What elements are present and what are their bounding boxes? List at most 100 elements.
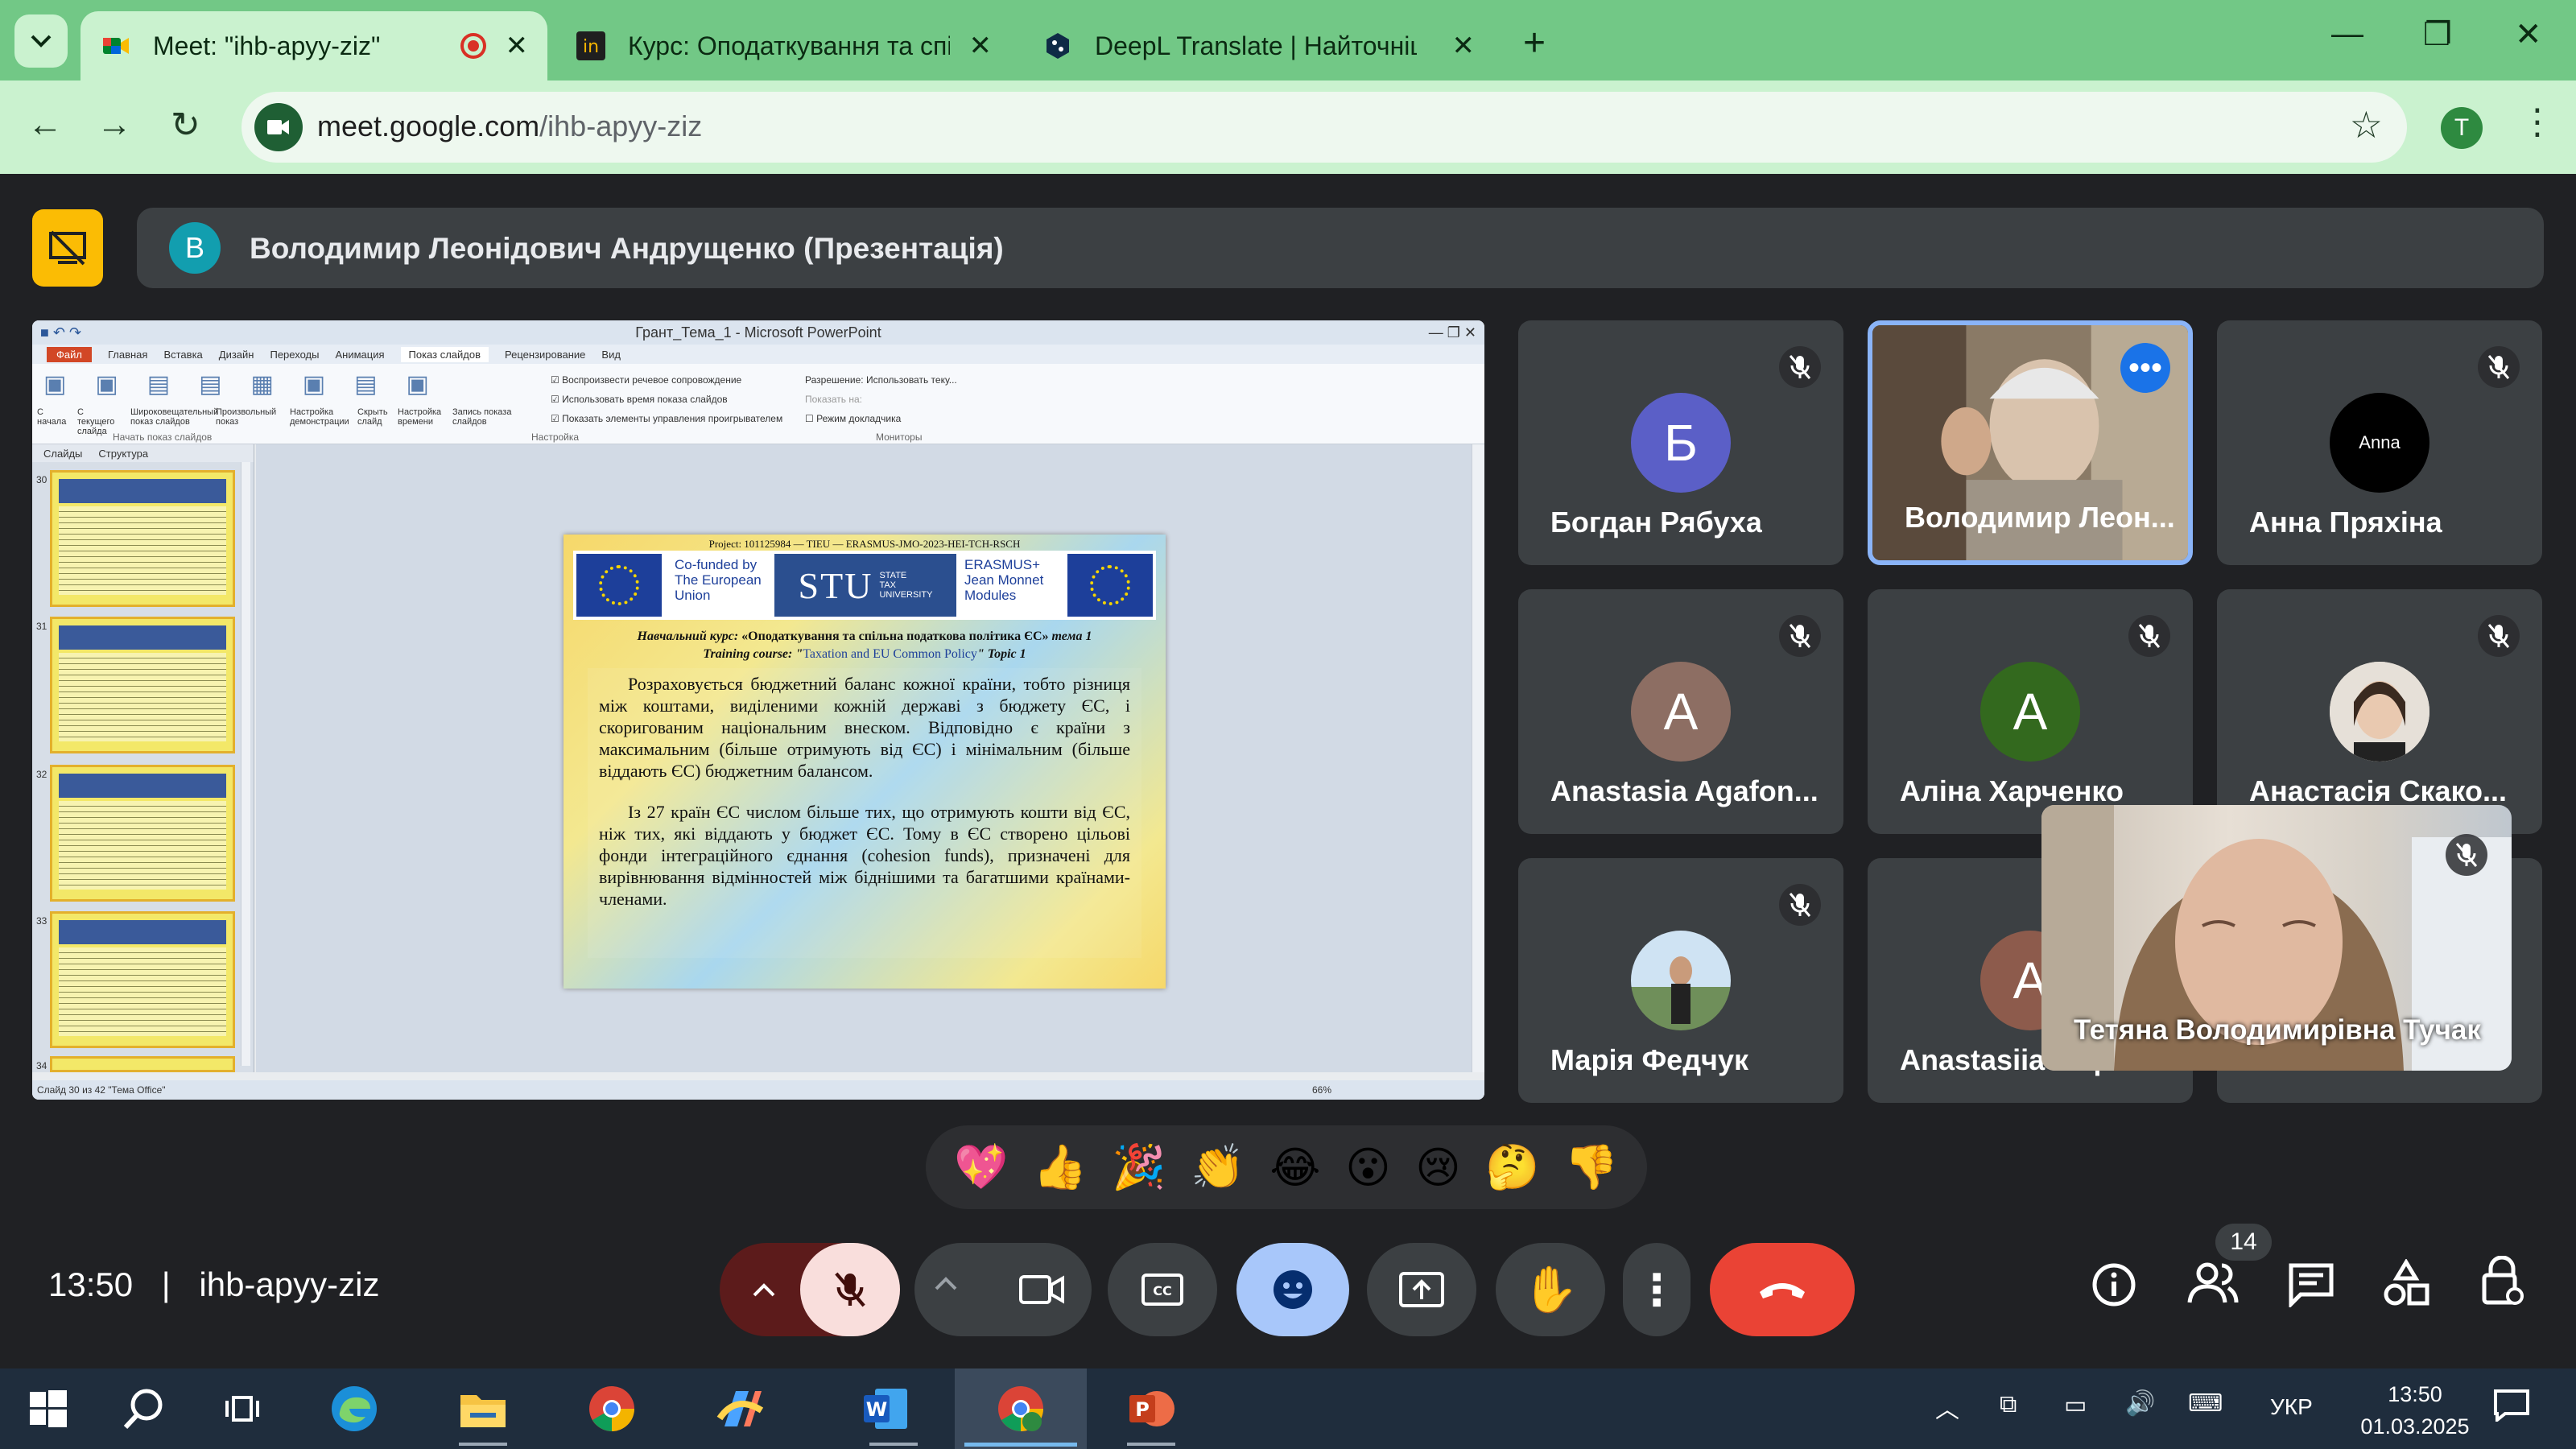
task-view-icon[interactable] bbox=[217, 1385, 266, 1433]
more-options-icon[interactable]: ••• bbox=[2120, 343, 2170, 393]
close-tab-icon[interactable]: ✕ bbox=[969, 30, 993, 62]
powerpoint-icon[interactable]: P bbox=[1127, 1385, 1175, 1433]
participant-tile-speaking[interactable]: ••• Володимир Леон... bbox=[1868, 320, 2193, 565]
tab-title: Курс: Оподаткування та спільн bbox=[628, 31, 950, 60]
meeting-details-icon[interactable] bbox=[2090, 1261, 2138, 1313]
camera-toggle-button[interactable] bbox=[1019, 1274, 1064, 1310]
captions-button[interactable]: CC bbox=[1108, 1243, 1217, 1336]
reaction-thinking[interactable]: 🤔 bbox=[1485, 1142, 1539, 1193]
slide-body: Розраховується бюджетний баланс кожної к… bbox=[599, 673, 1130, 929]
participant-tile[interactable]: Anna Анна Пряхіна bbox=[2217, 320, 2542, 565]
reload-icon[interactable]: ↻ bbox=[171, 105, 200, 146]
battery-icon[interactable]: ▭ bbox=[2064, 1391, 2087, 1419]
reaction-thumbs-up[interactable]: 👍 bbox=[1033, 1142, 1087, 1193]
notifications-icon[interactable] bbox=[2494, 1389, 2529, 1428]
tab-title: DeepL Translate | Найточніший bbox=[1095, 31, 1417, 60]
captions-icon: CC bbox=[1141, 1274, 1183, 1306]
forward-icon[interactable]: → bbox=[97, 105, 132, 145]
reaction-thumbs-down[interactable]: 👎 bbox=[1564, 1142, 1618, 1193]
reactions-button[interactable] bbox=[1236, 1243, 1349, 1336]
bookmark-star-icon[interactable]: ☆ bbox=[2350, 103, 2383, 147]
raise-hand-button[interactable]: ✋ bbox=[1496, 1243, 1605, 1336]
leave-call-button[interactable] bbox=[1710, 1243, 1855, 1336]
participant-tile[interactable]: Марія Федчук bbox=[1518, 858, 1843, 1103]
slide-thumbnail: 30 bbox=[36, 470, 235, 607]
video-options-button[interactable] bbox=[934, 1275, 958, 1295]
reaction-surprised[interactable]: 😮 bbox=[1345, 1142, 1390, 1193]
stop-presentation-icon[interactable] bbox=[32, 209, 103, 287]
present-button[interactable] bbox=[1367, 1243, 1476, 1336]
new-tab-icon[interactable]: + bbox=[1523, 21, 1546, 65]
activities-icon[interactable] bbox=[2383, 1258, 2429, 1311]
ppt-ribbon-button: Настройка времени bbox=[398, 407, 442, 427]
ppt-tab: Вставка bbox=[163, 348, 203, 361]
participant-photo bbox=[2330, 662, 2429, 762]
edge-icon[interactable] bbox=[330, 1385, 378, 1433]
reaction-party[interactable]: 🎉 bbox=[1112, 1142, 1166, 1193]
address-bar[interactable]: meet.google.com/ihb-apyy-ziz ☆ bbox=[242, 92, 2407, 163]
meeting-time: 13:50 bbox=[48, 1265, 134, 1303]
ppt-zoom: 66% bbox=[1312, 1084, 1332, 1096]
participant-tile[interactable]: Б Богдан Рябуха bbox=[1518, 320, 1843, 565]
participant-tile[interactable]: Анастасія Скако... bbox=[2217, 589, 2542, 834]
back-icon[interactable]: ← bbox=[27, 105, 63, 145]
search-icon[interactable] bbox=[119, 1385, 167, 1433]
keyboard-icon[interactable]: ⌨ bbox=[2188, 1389, 2223, 1418]
chrome-icon[interactable] bbox=[588, 1385, 636, 1433]
ppt-group-label: Мониторы bbox=[876, 431, 923, 443]
tab-meet[interactable]: Meet: "ihb-apyy-ziz" ✕ bbox=[80, 11, 547, 80]
close-window-icon[interactable]: ✕ bbox=[2515, 16, 2542, 53]
meeting-code: ihb-apyy-ziz bbox=[199, 1265, 380, 1303]
clock-date: 01.03.2025 bbox=[2360, 1414, 2470, 1439]
camera-tray-icon[interactable]: ⧉ bbox=[2000, 1391, 2017, 1418]
close-tab-icon[interactable]: ✕ bbox=[506, 30, 529, 62]
more-options-button[interactable]: ⋮ bbox=[1623, 1243, 1690, 1336]
word-icon[interactable]: W bbox=[861, 1385, 910, 1433]
participant-tile[interactable]: A Anastasia Agafon... bbox=[1518, 589, 1843, 834]
erasmus-text: ERASMUS+ Jean Monnet Modules bbox=[964, 557, 1044, 603]
people-icon[interactable] bbox=[2186, 1261, 2240, 1310]
svg-text:P: P bbox=[1135, 1398, 1150, 1421]
windows-start-icon[interactable] bbox=[24, 1385, 72, 1433]
reaction-heart[interactable]: 💖 bbox=[954, 1142, 1008, 1193]
reaction-clap[interactable]: 👏 bbox=[1191, 1142, 1245, 1193]
browser-menu-icon[interactable]: ⋮ bbox=[2520, 101, 2555, 142]
profile-avatar[interactable]: T bbox=[2441, 107, 2483, 149]
language-indicator[interactable]: УКР bbox=[2270, 1394, 2313, 1420]
more-vert-icon: ⋮ bbox=[1635, 1265, 1678, 1315]
taskbar-clock[interactable]: 13:50 01.03.2025 bbox=[2351, 1378, 2479, 1443]
ppt-tab: Рецензирование bbox=[505, 348, 586, 361]
presenter-label: Володимир Леонідович Андрущенко (Презент… bbox=[250, 232, 1004, 265]
microphone-toggle-button[interactable] bbox=[800, 1243, 900, 1336]
restore-icon[interactable]: ❐ bbox=[2423, 16, 2452, 53]
copilot-icon[interactable] bbox=[716, 1385, 765, 1433]
ppt-tab: Вид bbox=[601, 348, 621, 361]
minimize-icon[interactable]: — bbox=[2331, 16, 2363, 52]
participant-avatar: A bbox=[1631, 662, 1731, 762]
self-view-tile[interactable]: Тетяна Володимирівна Тучак bbox=[2041, 805, 2512, 1071]
show-hidden-icons[interactable]: ︿ bbox=[1935, 1389, 1959, 1425]
slide-banner: Co-funded by The European Union STU STATE … bbox=[573, 551, 1156, 620]
volume-icon[interactable]: 🔊 bbox=[2125, 1389, 2155, 1418]
host-controls-icon[interactable] bbox=[2479, 1255, 2524, 1313]
tab-course[interactable]: in Курс: Оподаткування та спільн ✕ bbox=[555, 11, 1014, 80]
chat-icon[interactable] bbox=[2288, 1262, 2334, 1311]
close-tab-icon[interactable]: ✕ bbox=[1452, 30, 1476, 62]
tab-search-button[interactable] bbox=[14, 14, 68, 68]
course-favicon-icon: in bbox=[576, 31, 605, 60]
tab-deepl[interactable]: DeepL Translate | Найточніший ✕ bbox=[1022, 11, 1497, 80]
site-info-icon[interactable] bbox=[254, 103, 303, 151]
participant-tile[interactable]: A Аліна Харченко bbox=[1868, 589, 2193, 834]
participant-avatar: Anna bbox=[2330, 393, 2429, 493]
audio-control-group bbox=[720, 1243, 900, 1336]
chrome-profile-icon[interactable] bbox=[997, 1385, 1045, 1433]
audio-options-button[interactable] bbox=[720, 1243, 808, 1336]
participant-name: Богдан Рябуха bbox=[1550, 506, 1762, 539]
recording-icon bbox=[460, 33, 486, 59]
meeting-info: 13:50 | ihb-apyy-ziz bbox=[48, 1265, 379, 1304]
slide-course-title: Навчальний курс: «Оподаткування та спіль… bbox=[637, 630, 1092, 661]
file-explorer-icon[interactable] bbox=[459, 1385, 507, 1433]
reaction-laugh[interactable]: 😂 bbox=[1269, 1142, 1320, 1193]
reaction-sad[interactable]: 😢 bbox=[1415, 1142, 1460, 1193]
participant-name: Марія Федчук bbox=[1550, 1043, 1748, 1076]
